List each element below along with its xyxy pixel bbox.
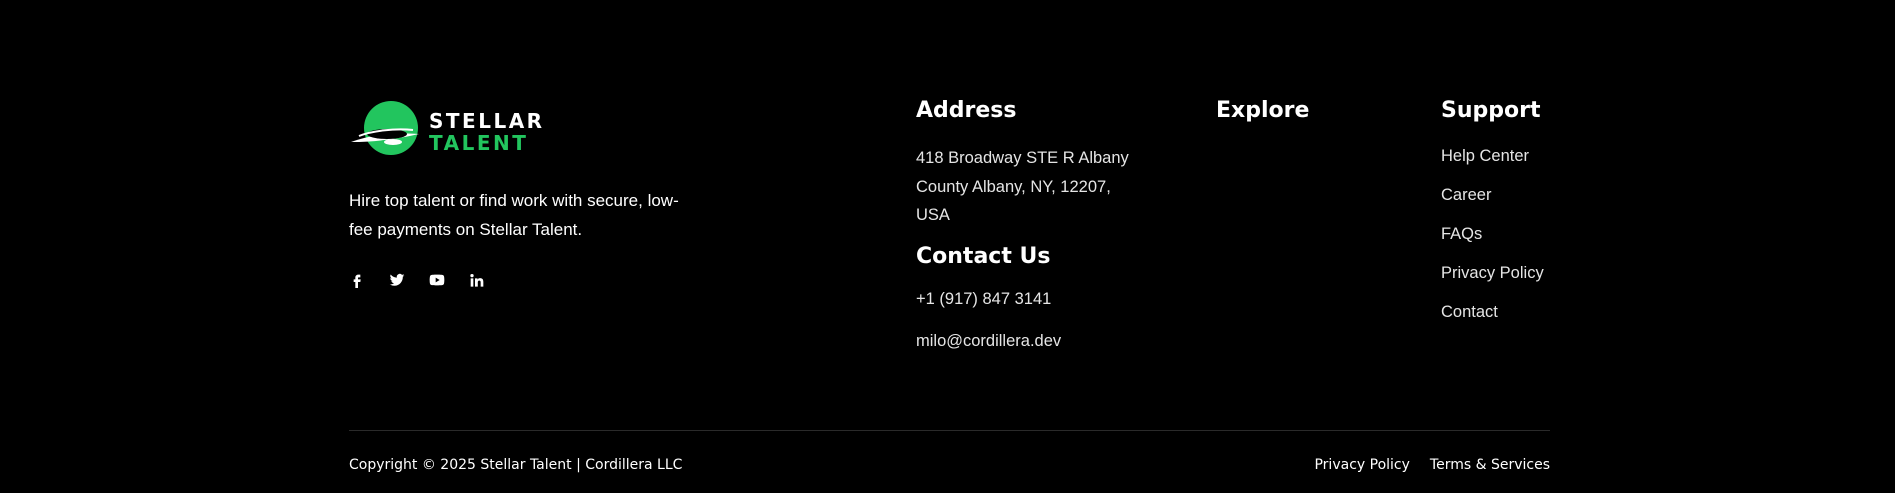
support-item: FAQs xyxy=(1441,224,1544,244)
support-item: Help Center xyxy=(1441,146,1544,166)
linkedin-icon xyxy=(470,274,484,287)
stellar-talent-logo[interactable]: STELLAR TALENT xyxy=(349,98,542,160)
contact-heading: Contact Us xyxy=(916,244,1051,269)
facebook-icon xyxy=(353,274,361,288)
legal-links: Privacy Policy Terms & Services xyxy=(1314,457,1550,473)
bottom-privacy-policy-link[interactable]: Privacy Policy xyxy=(1314,457,1409,473)
address-text: 418 Broadway STE R Albany County Albany,… xyxy=(916,149,1129,224)
support-item: Contact xyxy=(1441,302,1544,322)
explore-heading: Explore xyxy=(1216,98,1310,123)
contact-phone-link[interactable]: +1 (917) 847 3141 xyxy=(916,290,1051,309)
copyright-text: Copyright © 2025 Stellar Talent | Cordil… xyxy=(349,457,683,473)
twitter-link[interactable] xyxy=(389,270,405,290)
help-center-link[interactable]: Help Center xyxy=(1441,147,1529,165)
logo-wordmark-stellar: STELLAR xyxy=(429,109,545,133)
support-heading: Support xyxy=(1441,98,1541,123)
faqs-link[interactable]: FAQs xyxy=(1441,225,1482,243)
address-heading: Address xyxy=(916,98,1017,123)
support-links: Help Center Career FAQs Privacy Policy C… xyxy=(1441,146,1544,341)
ufo-logo-icon xyxy=(351,101,419,155)
social-links xyxy=(349,270,485,290)
contact-link[interactable]: Contact xyxy=(1441,303,1498,321)
footer-divider xyxy=(349,430,1550,431)
support-item: Career xyxy=(1441,185,1544,205)
privacy-policy-link[interactable]: Privacy Policy xyxy=(1441,264,1544,282)
youtube-link[interactable] xyxy=(429,270,445,290)
site-footer: STELLAR TALENT Hire top talent or find w… xyxy=(0,0,1895,493)
brand-tagline: Hire top talent or find work with secure… xyxy=(349,191,679,239)
youtube-icon xyxy=(429,274,445,286)
support-item: Privacy Policy xyxy=(1441,263,1544,283)
linkedin-link[interactable] xyxy=(469,270,485,290)
twitter-icon xyxy=(389,273,405,286)
logo-wordmark-talent: TALENT xyxy=(429,131,529,155)
facebook-link[interactable] xyxy=(349,270,365,290)
terms-services-link[interactable]: Terms & Services xyxy=(1430,457,1550,473)
contact-email-link[interactable]: milo@cordillera.dev xyxy=(916,332,1061,351)
career-link[interactable]: Career xyxy=(1441,186,1491,204)
